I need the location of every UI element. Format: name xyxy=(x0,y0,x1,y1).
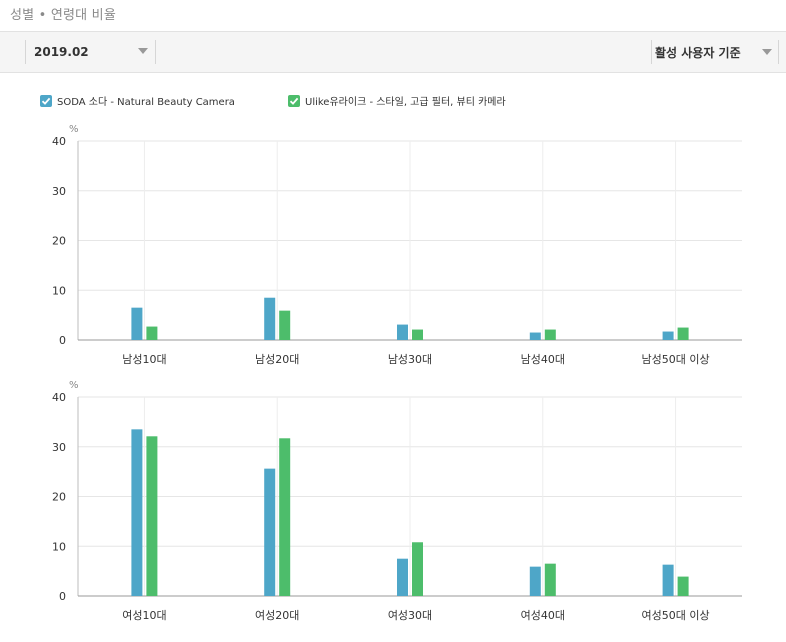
x-tick-label: 남성10대 xyxy=(122,353,166,366)
bar xyxy=(264,468,276,596)
y-tick-label: 0 xyxy=(59,334,66,347)
bar xyxy=(662,331,674,340)
y-tick-label: 20 xyxy=(52,491,66,504)
bar xyxy=(131,307,143,340)
bar xyxy=(279,310,291,340)
x-tick-label: 여성10대 xyxy=(122,609,166,622)
y-unit-label: % xyxy=(69,124,79,135)
bar xyxy=(264,297,276,340)
bar xyxy=(397,324,408,340)
x-tick-label: 여성30대 xyxy=(388,609,432,622)
bar xyxy=(131,429,143,596)
y-tick-label: 10 xyxy=(52,284,66,297)
y-tick-label: 40 xyxy=(52,135,66,148)
bar xyxy=(529,566,541,596)
y-tick-label: 10 xyxy=(52,540,66,553)
bar xyxy=(677,576,689,596)
x-tick-label: 남성50대 이상 xyxy=(642,353,710,366)
bar xyxy=(662,564,674,596)
bar xyxy=(677,327,689,340)
y-tick-label: 30 xyxy=(52,441,66,454)
x-tick-label: 남성30대 xyxy=(388,353,432,366)
bar xyxy=(146,326,158,340)
bar xyxy=(529,332,541,340)
bar xyxy=(544,563,556,596)
y-tick-label: 20 xyxy=(52,235,66,248)
bar xyxy=(412,329,423,340)
bar xyxy=(412,542,423,596)
y-tick-label: 30 xyxy=(52,185,66,198)
x-tick-label: 남성40대 xyxy=(521,353,565,366)
y-tick-label: 40 xyxy=(52,391,66,404)
x-tick-label: 여성50대 이상 xyxy=(642,609,710,622)
bar xyxy=(544,329,556,340)
y-tick-label: 0 xyxy=(59,590,66,603)
x-tick-label: 남성20대 xyxy=(255,353,299,366)
bar xyxy=(146,436,158,596)
x-tick-label: 여성20대 xyxy=(255,609,299,622)
bar xyxy=(279,438,291,596)
y-unit-label: % xyxy=(69,380,79,391)
bar xyxy=(397,558,408,596)
bar-charts: % 0 10 20 30 40 남성10대 남성20대 남성30대 남성40대 남성50대 이상% 0… xyxy=(52,124,742,622)
x-tick-label: 여성40대 xyxy=(521,609,565,622)
